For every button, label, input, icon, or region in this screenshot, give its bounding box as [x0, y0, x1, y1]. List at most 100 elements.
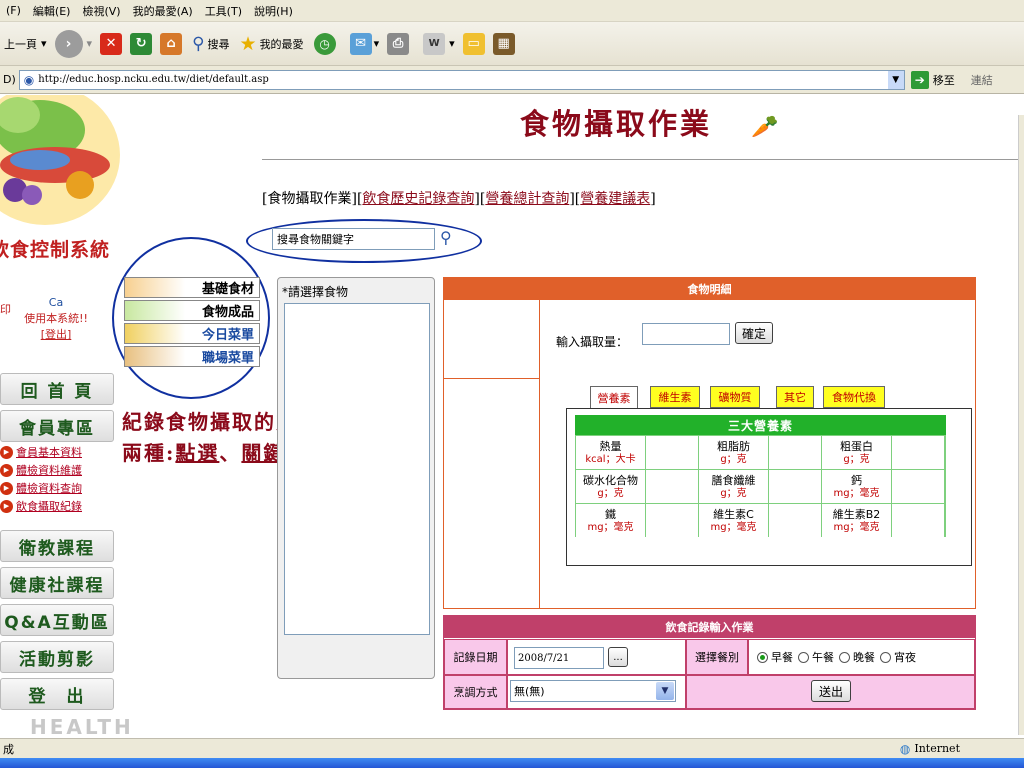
meal-option-label: 宵夜 [894, 651, 916, 664]
search-button[interactable]: ⚲ 搜尋 [192, 34, 229, 54]
chevron-down-icon[interactable]: ▾ [374, 37, 380, 50]
home-button[interactable]: ⌂ [160, 32, 183, 55]
back-label: 上一頁 [4, 37, 37, 51]
nav-home[interactable]: 回 首 頁 [0, 373, 114, 405]
food-detail-header: 食物明細 [444, 278, 975, 300]
nav-logout[interactable]: 登 出 [0, 678, 114, 710]
confirm-button[interactable]: 確定 [735, 322, 773, 344]
refresh-button[interactable]: ↻ [130, 32, 153, 55]
back-button[interactable]: 上一頁 ▾ [4, 36, 47, 52]
address-bar: D) ◉ http://educ.hosp.ncku.edu.tw/diet/d… [0, 66, 1024, 94]
menu-help[interactable]: 說明(H) [254, 3, 293, 19]
nav-member[interactable]: 會員專區 [0, 410, 114, 442]
nav-qa[interactable]: Q&A互動區 [0, 604, 114, 636]
tab-vitamins[interactable]: 維生素 [650, 386, 700, 408]
record-date-input[interactable]: 2008/7/21 [514, 647, 604, 669]
nutrient-value [769, 470, 821, 503]
nav-education[interactable]: 衛教課程 [0, 530, 114, 562]
nutrient-cell: 鈣 mg；毫克 [822, 470, 891, 503]
category-label: 今日菜單 [201, 328, 254, 343]
forward-button[interactable]: › ▾ [54, 29, 93, 58]
nav-gallery[interactable]: 活動剪影 [0, 641, 114, 673]
folder-button[interactable]: ▭ [462, 32, 485, 55]
divider [444, 378, 539, 379]
amount-input[interactable] [642, 323, 730, 345]
tab-nutrients[interactable]: 營養素 [590, 386, 638, 409]
history-button[interactable]: ◷ [313, 32, 336, 55]
mail-button[interactable]: ✉ ▾ [349, 32, 380, 55]
favorites-button[interactable]: ★ 我的最愛 [240, 33, 304, 55]
chevron-down-icon[interactable]: ▾ [449, 37, 455, 50]
bracket: ][ [569, 191, 581, 207]
links-button[interactable]: 連結 [971, 72, 993, 88]
tab-food-exchange[interactable]: 食物代換 [823, 386, 885, 408]
food-search-input[interactable]: 搜尋食物關鍵字 [272, 228, 435, 250]
meal-breakfast-radio[interactable]: 早餐 [757, 649, 793, 665]
meal-midnight-radio[interactable]: 宵夜 [880, 649, 916, 665]
cook-method-value: 無(無) [514, 685, 545, 698]
meal-lunch-radio[interactable]: 午餐 [798, 649, 834, 665]
page-title-text: 食物攝取作業 [520, 107, 713, 141]
search-icon: ⚲ [192, 33, 205, 54]
nutrient-name: 碳水化合物 [583, 473, 638, 487]
subnav-diet-record[interactable]: ▶ 飲食攝取紀錄 [0, 498, 82, 514]
category-basic-food[interactable]: 基礎食材 [124, 277, 260, 298]
security-zone: Internet [914, 742, 960, 755]
tab-nutrition-advice[interactable]: 營養建議表 [580, 191, 650, 207]
nutrient-cell: 膳食纖維 g；克 [699, 470, 768, 503]
category-workplace-menu[interactable]: 職場菜單 [124, 346, 260, 367]
subnav-checkup-maintain[interactable]: ▶ 體檢資料維護 [0, 462, 82, 478]
search-icon[interactable]: ⚲ [440, 228, 452, 247]
tab-others[interactable]: 其它 [776, 386, 814, 408]
address-label: D) [3, 73, 16, 86]
nutrient-name: 粗脂肪 [717, 439, 750, 453]
nutrient-name: 維生素B2 [832, 507, 881, 521]
menu-edit[interactable]: 編輯(E) [33, 3, 71, 19]
meal-dinner-radio[interactable]: 晚餐 [839, 649, 875, 665]
cook-method-select[interactable]: 無(無) ▼ [510, 680, 676, 702]
nutrient-cell: 碳水化合物 g；克 [576, 470, 645, 503]
subnav-checkup-query[interactable]: ▶ 體檢資料查詢 [0, 480, 82, 496]
chevron-down-icon[interactable]: ▼ [656, 682, 674, 700]
submit-button[interactable]: 送出 [811, 680, 851, 702]
nutrient-value [646, 504, 698, 537]
research-button[interactable]: ▦ [492, 32, 515, 55]
menu-favorites[interactable]: 我的最愛(A) [133, 3, 193, 19]
tab-diet-history[interactable]: 飲食歷史記錄查詢 [362, 191, 474, 207]
tab-nutrition-total[interactable]: 營養總計查詢 [485, 191, 569, 207]
tab-minerals[interactable]: 礦物質 [710, 386, 760, 408]
arrow-right-icon: ▶ [0, 499, 13, 513]
chevron-down-icon[interactable]: ▾ [87, 37, 93, 50]
nutrient-name: 鐵 [605, 507, 616, 521]
go-button[interactable]: ➔ 移至 [910, 70, 955, 89]
nav-community[interactable]: 健康社課程 [0, 567, 114, 599]
logout-link[interactable]: [登出] [41, 328, 72, 341]
chevron-down-icon[interactable]: ▼ [887, 70, 904, 89]
address-input[interactable]: ◉ http://educ.hosp.ncku.edu.tw/diet/defa… [18, 69, 905, 90]
nutrient-table-title: 三大營養素 [575, 415, 946, 435]
category-today-menu[interactable]: 今日菜單 [124, 323, 260, 344]
tab-current: [食物攝取作業] [262, 191, 357, 207]
title-divider [262, 159, 1024, 160]
date-picker-button[interactable]: ... [608, 647, 628, 667]
nutrient-name: 膳食纖維 [711, 473, 756, 487]
history-icon: ◷ [313, 32, 336, 55]
edit-button[interactable]: W ▾ [423, 32, 455, 55]
subnav-member-info[interactable]: ▶ 會員基本資料 [0, 444, 82, 460]
stop-button[interactable]: ✕ [100, 32, 123, 55]
menu-file[interactable]: (F) [6, 4, 21, 17]
nutrient-frame: 三大營養素 熱量 kcal；大卡 粗脂肪 g；克 粗蛋白 g；克 碳水化合物 g；克 膳… [566, 408, 972, 566]
address-url: http://educ.hosp.ncku.edu.tw/diet/defaul… [38, 74, 269, 85]
diet-record-header: 飲食記錄輸入作業 [444, 616, 975, 638]
subnav-label: 體檢資料查詢 [16, 482, 82, 495]
subnav-label: 會員基本資料 [16, 446, 82, 459]
menu-tools[interactable]: 工具(T) [205, 3, 242, 19]
chevron-down-icon[interactable]: ▾ [41, 37, 47, 50]
print-button[interactable]: ⎙ [387, 32, 410, 55]
page-scrollbar[interactable] [1018, 115, 1024, 735]
menu-view[interactable]: 檢視(V) [82, 3, 120, 19]
food-select-list[interactable] [284, 303, 430, 635]
meal-option-label: 午餐 [812, 651, 834, 664]
meal-cell: 早餐 午餐 晚餐 宵夜 [748, 639, 975, 675]
category-food-products[interactable]: 食物成品 [124, 300, 260, 321]
